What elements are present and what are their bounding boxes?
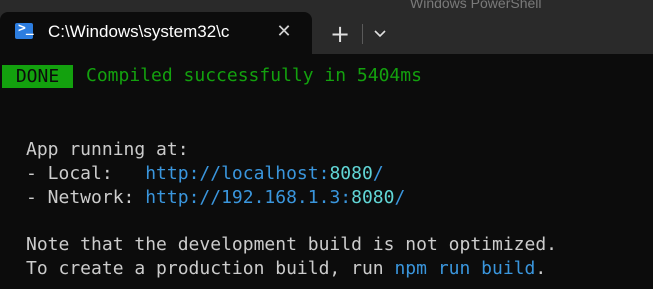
local-port[interactable]: 8080 [329, 163, 372, 184]
app-running-line: App running at: [26, 139, 189, 160]
tab-active[interactable]: >_ C:\Windows\system32\c ✕ [0, 12, 312, 54]
tab-divider [362, 24, 363, 44]
new-tab-button[interactable]: + [326, 20, 354, 48]
note-line: Note that the development build is not o… [26, 234, 558, 255]
local-url[interactable]: http://localhost: [145, 163, 329, 184]
terminal-output[interactable]: DONE Compiled successfully in 5404ms App… [0, 54, 653, 289]
background-window-title: Windows PowerShell [410, 0, 542, 10]
local-label: - Local: [26, 163, 146, 184]
npm-command: npm run build [394, 258, 536, 279]
prod-suffix: . [535, 258, 547, 279]
done-badge: DONE [2, 65, 73, 88]
network-url[interactable]: http://192.168.1.3: [145, 187, 351, 208]
dropdown-button[interactable] [368, 20, 394, 48]
local-url-suffix[interactable]: / [373, 163, 384, 184]
network-url-suffix[interactable]: / [394, 187, 405, 208]
network-label: - Network: [26, 187, 146, 208]
tab-title: C:\Windows\system32\c [48, 22, 230, 41]
network-url-line: - Network: http://192.168.1.3:8080/ [26, 186, 405, 210]
close-icon[interactable]: ✕ [272, 20, 296, 44]
powershell-icon: >_ [15, 21, 34, 39]
chevron-down-icon [374, 30, 386, 38]
compile-status: Compiled successfully in 5404ms [86, 65, 422, 86]
prod-prefix: To create a production build, run [26, 258, 395, 279]
local-url-line: - Local: http://localhost:8080/ [26, 162, 384, 186]
production-build-line: To create a production build, run npm ru… [26, 257, 546, 281]
network-port[interactable]: 8080 [351, 187, 394, 208]
terminal-window: Windows PowerShell >_ C:\Windows\system3… [0, 0, 653, 289]
tab-strip: Windows PowerShell >_ C:\Windows\system3… [0, 0, 653, 54]
